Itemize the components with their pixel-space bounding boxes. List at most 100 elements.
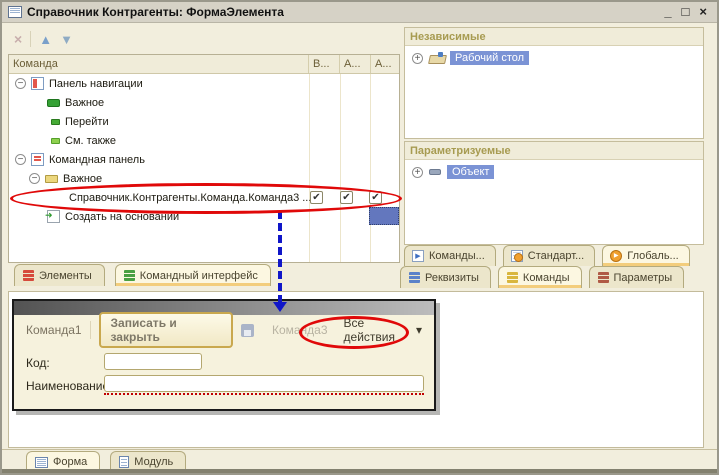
commands-play-icon: ▶ xyxy=(412,250,424,262)
dashed-arrow-head xyxy=(273,302,287,312)
create-based-on-icon xyxy=(45,210,60,223)
tab-attributes[interactable]: Реквизиты xyxy=(400,266,491,288)
tree-row-label: См. также xyxy=(65,134,116,147)
tree-row-label: Командная панель xyxy=(49,153,145,166)
tree-row-command-panel[interactable]: − Командная панель xyxy=(9,150,399,169)
inner-tab-strip: ▶ Команды... Стандарт... ▶ Глобаль... xyxy=(404,245,690,266)
designer-window: Справочник Контрагенты: ФормаЭлемента _ … xyxy=(0,0,719,475)
tree-header: Команда В... А... А... xyxy=(9,55,399,74)
tree-row-create-based-on[interactable]: Создать на основании xyxy=(9,207,399,226)
command-interface-tree: Команда В... А... А... − Панель навигаци… xyxy=(8,54,400,263)
tree-row-command3[interactable]: Справочник.Контрагенты.Команда.Команда3 … xyxy=(9,188,399,207)
all-actions-label: Все действия xyxy=(343,316,395,344)
independent-section: Независимые + Рабочий стол xyxy=(404,27,704,139)
tab-label: Стандарт... xyxy=(527,250,585,262)
commands-source-panel: Независимые + Рабочий стол Параметризуем… xyxy=(400,27,704,289)
tree-row-important-nav[interactable]: Важное xyxy=(9,93,399,112)
commands-stack-icon xyxy=(506,272,518,283)
parameters-stack-icon xyxy=(597,272,609,283)
left-tab-strip: Элементы Командный интерфейс xyxy=(8,264,271,286)
column-header-visible[interactable]: В... xyxy=(308,55,339,73)
elements-stack-icon xyxy=(23,270,34,281)
tree-row-label: Создать на основании xyxy=(65,210,180,223)
tab-label: Реквизиты xyxy=(425,271,479,284)
tree-row-important-cmd[interactable]: − Важное xyxy=(9,169,399,188)
independent-header: Независимые xyxy=(405,28,703,46)
tab-label: Модуль xyxy=(134,456,174,468)
tab-label: Параметры xyxy=(613,271,673,284)
window-title: Справочник Контрагенты: ФормаЭлемента xyxy=(27,5,284,19)
object-item-label[interactable]: Объект xyxy=(447,165,495,179)
required-field-underline xyxy=(104,393,424,395)
form-window-icon xyxy=(8,6,22,18)
save-icon[interactable] xyxy=(240,323,254,337)
command3-button[interactable]: Команда3 xyxy=(272,323,328,337)
standard-icon xyxy=(510,250,523,262)
form-preview-window: Команда1 Записать и закрыть Команда3 Все… xyxy=(12,299,436,411)
tab-parameters[interactable]: Параметры xyxy=(588,266,685,288)
collapse-icon[interactable]: − xyxy=(15,154,26,165)
parameterized-section: Параметризуемые + Объект xyxy=(404,141,704,245)
attributes-stack-icon xyxy=(409,272,420,283)
column-header-auto1[interactable]: А... xyxy=(339,55,370,73)
window-controls: _ □ × xyxy=(664,5,711,18)
command-interface-stack-icon xyxy=(123,270,135,281)
tree-row-desktop[interactable]: + Рабочий стол xyxy=(405,46,703,65)
column-header-command[interactable]: Команда xyxy=(9,55,308,73)
expand-icon[interactable]: + xyxy=(412,166,423,178)
close-icon[interactable]: × xyxy=(699,5,707,18)
expand-icon[interactable]: + xyxy=(412,52,423,64)
toolbar-separator xyxy=(89,321,91,339)
dashed-arrow-line xyxy=(278,211,282,303)
tab-commands[interactable]: Команды xyxy=(497,266,582,288)
command-toolbar: × ▲ ▼ xyxy=(8,27,400,51)
desktop-icon xyxy=(429,52,444,64)
delete-icon[interactable]: × xyxy=(14,31,22,47)
titlebar: Справочник Контрагенты: ФормаЭлемента _ … xyxy=(2,2,717,23)
tree-row-label: Перейти xyxy=(65,115,109,128)
visible-checkbox[interactable]: ✔ xyxy=(310,191,323,204)
column-header-auto2[interactable]: А... xyxy=(370,55,399,73)
tab-command-interface[interactable]: Командный интерфейс xyxy=(114,264,271,286)
tab-global[interactable]: ▶ Глобаль... xyxy=(602,245,690,266)
name-field-label: Наименование: xyxy=(26,379,113,393)
minimize-icon[interactable]: _ xyxy=(664,5,671,18)
auto-checkbox-2[interactable]: ✔ xyxy=(369,191,382,204)
name-input[interactable] xyxy=(104,375,424,392)
outer-tab-strip: Реквизиты Команды Параметры xyxy=(400,266,685,288)
auto-checkbox-1[interactable]: ✔ xyxy=(340,191,353,204)
tab-elements[interactable]: Элементы xyxy=(14,264,105,286)
tree-row-label: Важное xyxy=(65,96,105,109)
command1-button[interactable]: Команда1 xyxy=(26,323,82,337)
tree-row-navigation-panel[interactable]: − Панель навигации xyxy=(9,74,399,93)
tree-row-label: Важное xyxy=(63,172,103,185)
preview-toolbar: Команда1 Записать и закрыть Команда3 Все… xyxy=(14,312,434,348)
collapse-icon[interactable]: − xyxy=(15,78,26,89)
code-input[interactable] xyxy=(104,353,202,370)
tree-row-goto[interactable]: Перейти xyxy=(9,112,399,131)
global-play-icon: ▶ xyxy=(610,250,623,262)
navigation-panel-icon xyxy=(31,77,44,90)
tree-body: − Панель навигации Важное Перейти См. та… xyxy=(9,74,399,262)
see-also-group-icon xyxy=(51,137,60,144)
important-folder-icon xyxy=(45,174,58,183)
form-tab-icon xyxy=(35,456,48,468)
window-bottom-frame xyxy=(2,469,717,473)
focused-cell[interactable] xyxy=(369,207,399,225)
goto-group-icon xyxy=(51,118,60,125)
tree-row-see-also[interactable]: См. также xyxy=(9,131,399,150)
all-actions-button[interactable]: Все действия ▾ xyxy=(344,316,422,344)
move-up-icon[interactable]: ▲ xyxy=(39,32,52,47)
tab-commands-src[interactable]: ▶ Команды... xyxy=(404,245,496,266)
tab-standard[interactable]: Стандарт... xyxy=(502,245,596,266)
toolbar-separator xyxy=(30,31,32,47)
move-down-icon[interactable]: ▼ xyxy=(60,32,73,47)
collapse-icon[interactable]: − xyxy=(29,173,40,184)
save-close-button[interactable]: Записать и закрыть xyxy=(98,312,233,348)
tab-label: Форма xyxy=(53,456,88,468)
module-tab-icon xyxy=(119,456,130,468)
tree-row-object[interactable]: + Объект xyxy=(405,160,703,179)
maximize-icon[interactable]: □ xyxy=(682,5,690,18)
desktop-item-label[interactable]: Рабочий стол xyxy=(450,51,530,65)
object-icon xyxy=(429,169,441,175)
